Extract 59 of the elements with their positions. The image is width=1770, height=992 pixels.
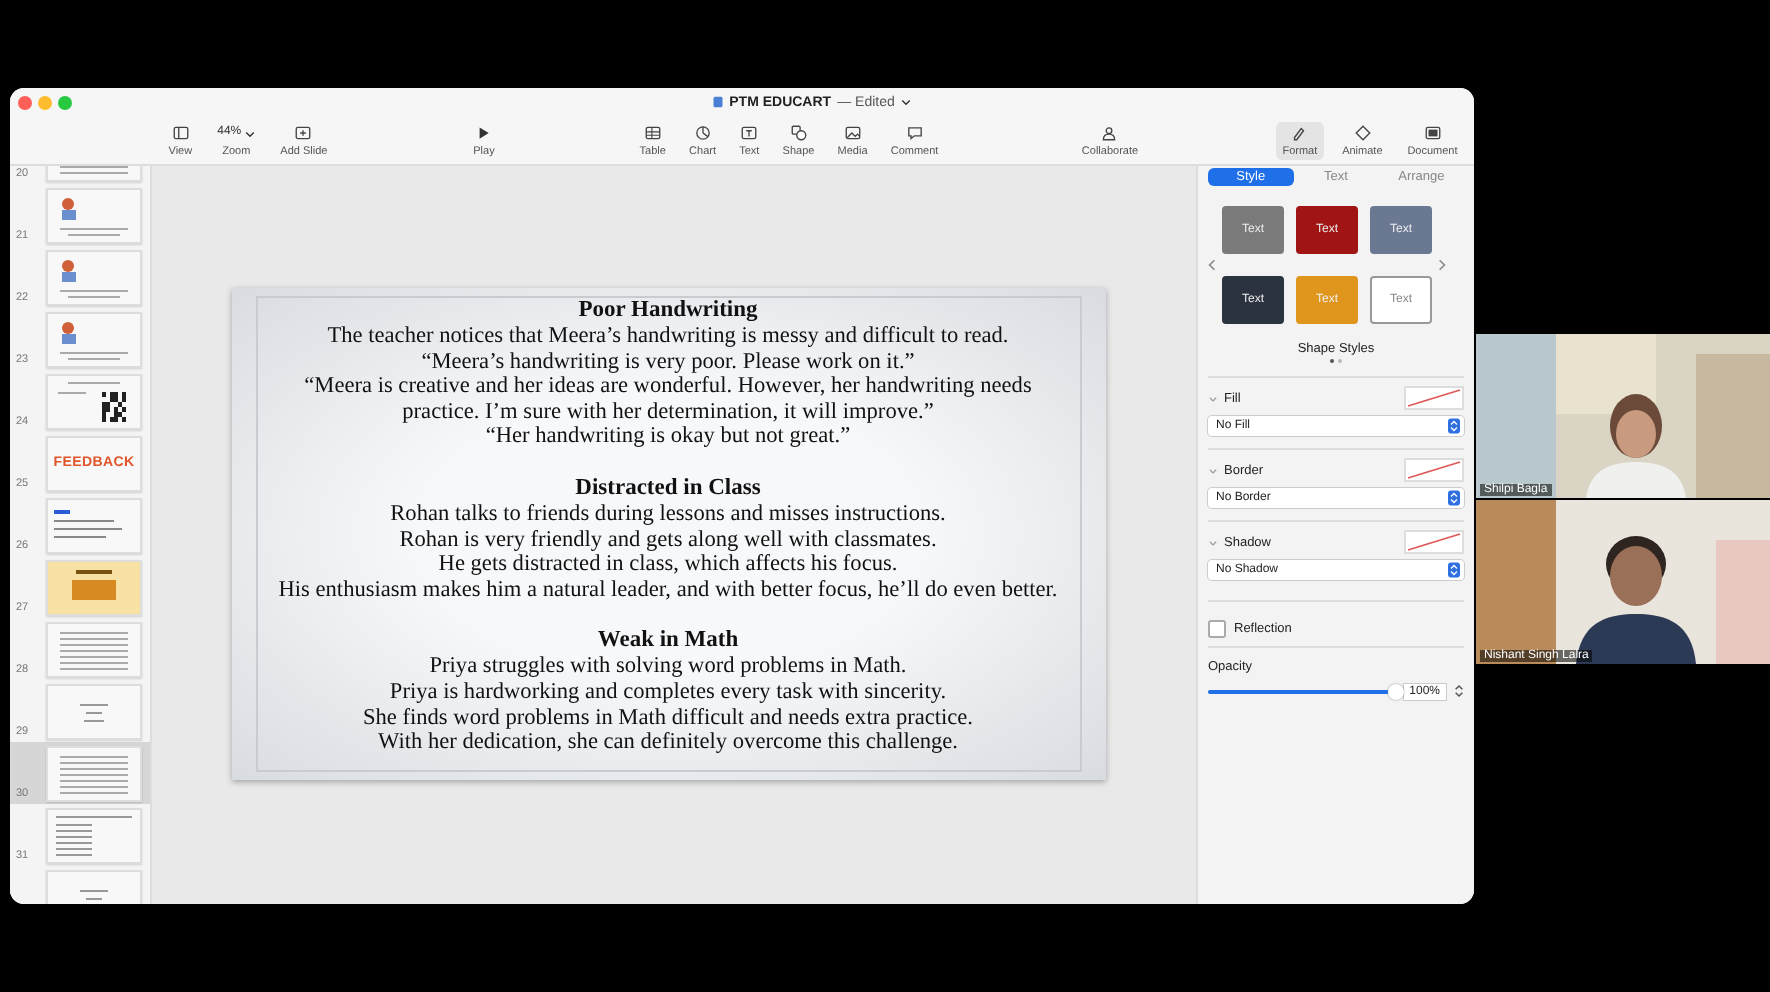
- slide-thumbnail[interactable]: [46, 621, 142, 677]
- color-well[interactable]: [1404, 530, 1464, 554]
- slide-heading: Distracted in Class: [573, 475, 763, 502]
- slide-text: With her dedication, she can definitely overcome this challenge.: [375, 730, 961, 756]
- chevron-icon: [243, 127, 256, 139]
- slide-text: “Her handwriting is okay but not great.”: [483, 424, 853, 450]
- disclosure-icon[interactable]: [1208, 393, 1218, 403]
- slide[interactable]: [231, 288, 1105, 780]
- maximize-button[interactable]: [58, 96, 72, 110]
- slide-thumbnail[interactable]: [46, 373, 142, 429]
- text-icon: [740, 124, 759, 142]
- slide-thumbnail[interactable]: [46, 311, 142, 367]
- stepper-icon[interactable]: [1454, 682, 1464, 700]
- slide-text: “Meera is creative and her ideas are wonderful. However, her handwriting needs: [302, 374, 1034, 400]
- chevron-left-icon[interactable]: [1208, 258, 1216, 272]
- disclosure-icon[interactable]: [1208, 465, 1218, 475]
- slide-text: practice. I’m sure with her determination, it will improve.”: [400, 399, 936, 425]
- table-icon: [643, 124, 662, 142]
- chevron-right-icon[interactable]: [1438, 258, 1446, 272]
- slide-text: She finds word problems in Math difficult and needs extra practice.: [360, 705, 976, 731]
- slide-heading: Poor Handwriting: [576, 298, 760, 324]
- color-well[interactable]: [1404, 458, 1464, 482]
- slide-thumbnail[interactable]: [46, 745, 142, 801]
- media-icon: [843, 124, 862, 142]
- chevron-icon: [900, 96, 913, 108]
- play-icon: [474, 124, 493, 142]
- document-icon: [1423, 124, 1442, 142]
- document-icon: [711, 96, 724, 108]
- updown-icon: [1448, 562, 1460, 578]
- slide-text: Priya is hardworking and completes every task with sincerity.: [387, 679, 949, 706]
- slide-text: He gets distracted in class, which affects his focus.: [436, 552, 900, 578]
- slide-text: Rohan talks to friends during lessons and misses instructions.: [388, 501, 948, 528]
- diamond-icon: [1353, 124, 1372, 142]
- slide-thumbnail[interactable]: [46, 559, 142, 615]
- slide-thumbnail[interactable]: [46, 683, 142, 739]
- updown-icon: [1448, 418, 1460, 434]
- slide-thumbnail[interactable]: [46, 497, 142, 553]
- comment-icon: [905, 124, 924, 142]
- slide-thumbnail[interactable]: [46, 249, 142, 305]
- sidebar-icon: [171, 124, 190, 142]
- slide-text: His enthusiasm makes him a natural leader, and with better focus, he’ll do even better.: [276, 577, 1060, 603]
- color-well[interactable]: [1404, 386, 1464, 410]
- minimize-button[interactable]: [38, 96, 52, 110]
- chart-icon: [693, 124, 712, 142]
- slide-heading: Weak in Math: [595, 628, 741, 655]
- page-dots-icon[interactable]: [1326, 358, 1346, 364]
- person-icon: [1100, 124, 1119, 142]
- slide-thumbnail[interactable]: [46, 807, 142, 863]
- slide-text: Priya struggles with solving word problems in Math.: [427, 654, 909, 680]
- shape-icon: [789, 124, 808, 142]
- plus-icon: [294, 124, 313, 142]
- slide-text: “Meera’s handwriting is very poor. Please work on it.”: [419, 349, 917, 375]
- close-button[interactable]: [18, 96, 32, 110]
- disclosure-icon[interactable]: [1208, 537, 1218, 547]
- reflection-checkbox[interactable]: [1208, 620, 1226, 638]
- updown-icon: [1448, 490, 1460, 506]
- slide-text: Rohan is very friendly and gets along well with classmates.: [397, 527, 939, 553]
- slide-text: The teacher notices that Meera’s handwriting is messy and difficult to read.: [325, 324, 1011, 350]
- slide-thumbnail[interactable]: [46, 187, 142, 243]
